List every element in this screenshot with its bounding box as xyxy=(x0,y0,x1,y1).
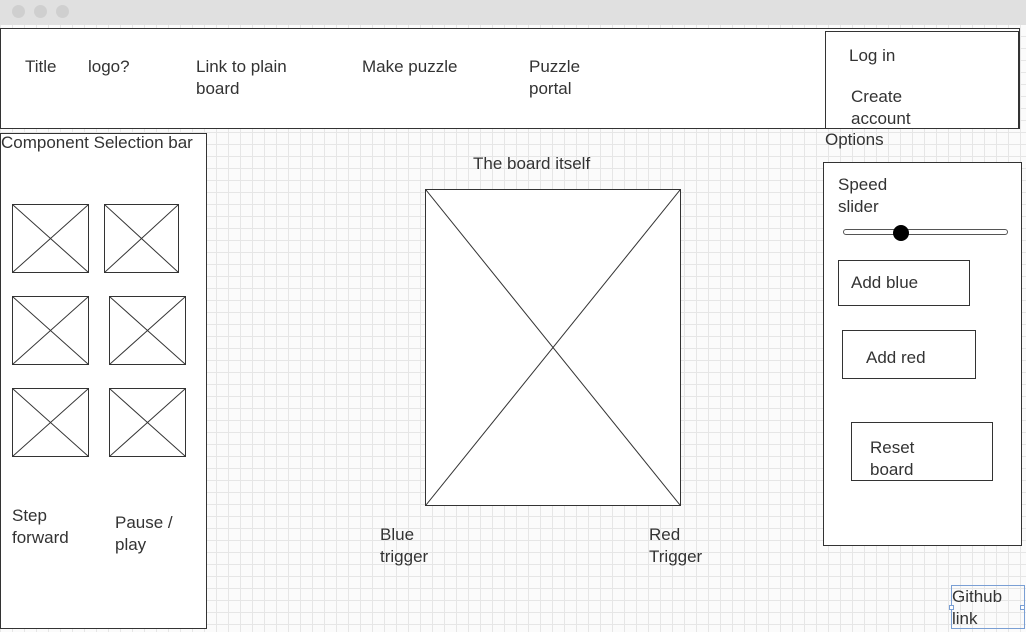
window-maximize-button[interactable] xyxy=(56,5,69,18)
sidebar-title: Component Selection bar xyxy=(1,133,193,152)
speed-slider-track[interactable] xyxy=(843,229,1008,235)
resize-handle-left[interactable] xyxy=(949,605,954,610)
pause-play-button[interactable]: Pause / play xyxy=(115,512,195,556)
red-trigger-button[interactable]: Red Trigger xyxy=(649,524,719,568)
log-in-link[interactable]: Log in xyxy=(849,45,895,67)
placeholder-image-icon xyxy=(426,190,680,505)
resize-handle-right[interactable] xyxy=(1020,605,1025,610)
placeholder-image-icon xyxy=(13,297,88,364)
window-titlebar xyxy=(0,0,1026,25)
board-title: The board itself xyxy=(473,154,591,173)
add-red-button[interactable]: Add red xyxy=(842,330,976,379)
component-item-2[interactable] xyxy=(104,204,179,273)
placeholder-image-icon xyxy=(110,297,185,364)
reset-board-button[interactable]: Reset board xyxy=(851,422,993,481)
component-item-4[interactable] xyxy=(109,296,186,365)
component-item-1[interactable] xyxy=(12,204,89,273)
create-account-link[interactable]: Create account xyxy=(851,86,931,130)
plain-board-link[interactable]: Link to plain board xyxy=(196,56,316,100)
placeholder-image-icon xyxy=(110,389,185,456)
add-blue-button[interactable]: Add blue xyxy=(838,260,970,306)
step-forward-button[interactable]: Step forward xyxy=(12,505,82,549)
game-board[interactable] xyxy=(425,189,681,506)
speed-slider-label: Speed slider xyxy=(838,175,888,216)
add-red-label: Add red xyxy=(866,348,926,367)
component-item-6[interactable] xyxy=(109,388,186,457)
reset-board-label: Reset board xyxy=(870,438,915,479)
component-item-3[interactable] xyxy=(12,296,89,365)
window-minimize-button[interactable] xyxy=(34,5,47,18)
options-title: Options xyxy=(825,130,884,149)
github-link[interactable]: Github link xyxy=(952,586,1022,630)
window-close-button[interactable] xyxy=(12,5,25,18)
logo-placeholder: logo? xyxy=(88,57,130,76)
placeholder-image-icon xyxy=(105,205,178,272)
add-blue-label: Add blue xyxy=(851,273,919,292)
speed-slider-thumb[interactable] xyxy=(892,225,909,241)
site-title: Title xyxy=(25,57,57,76)
placeholder-image-icon xyxy=(13,205,88,272)
puzzle-portal-link[interactable]: Puzzle portal xyxy=(529,56,599,100)
make-puzzle-link[interactable]: Make puzzle xyxy=(362,56,457,78)
blue-trigger-button[interactable]: Blue trigger xyxy=(380,524,440,568)
placeholder-image-icon xyxy=(13,389,88,456)
component-item-5[interactable] xyxy=(12,388,89,457)
